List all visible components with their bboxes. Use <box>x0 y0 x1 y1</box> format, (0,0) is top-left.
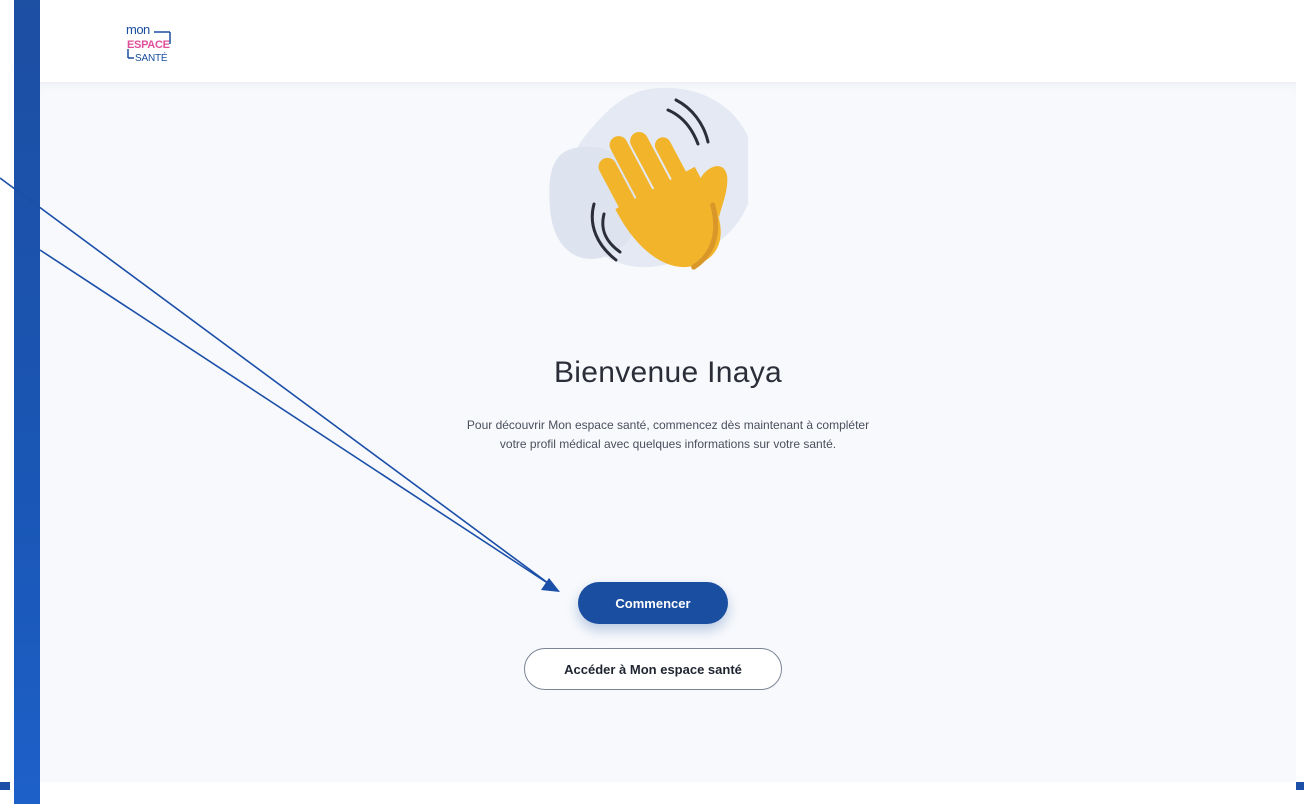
corner-marker-left <box>0 782 10 790</box>
intro-line-1: Pour découvrir Mon espace santé, commenc… <box>466 418 870 432</box>
access-space-button[interactable]: Accéder à Mon espace santé <box>524 648 782 690</box>
welcome-title: Bienvenue Inaya <box>553 356 782 389</box>
start-button[interactable]: Commencer <box>578 582 728 624</box>
svg-text:ESPACE: ESPACE <box>127 39 170 51</box>
corner-marker-right <box>1296 782 1304 790</box>
svg-text:mon: mon <box>126 22 150 37</box>
waving-hand-icon <box>508 80 755 300</box>
welcome-intro: Pour découvrir Mon espace santé, commenc… <box>340 416 996 454</box>
mon-espace-sante-logo[interactable]: mon ESPACE SANTÉ <box>126 22 206 66</box>
left-accent-bar <box>14 0 40 804</box>
svg-text:SANTÉ: SANTÉ <box>135 51 168 64</box>
logo-mark: mon ESPACE SANTÉ <box>126 22 171 64</box>
intro-line-2: votre profil médical avec quelques infor… <box>499 437 837 451</box>
app-header: mon ESPACE SANTÉ <box>40 0 1304 82</box>
